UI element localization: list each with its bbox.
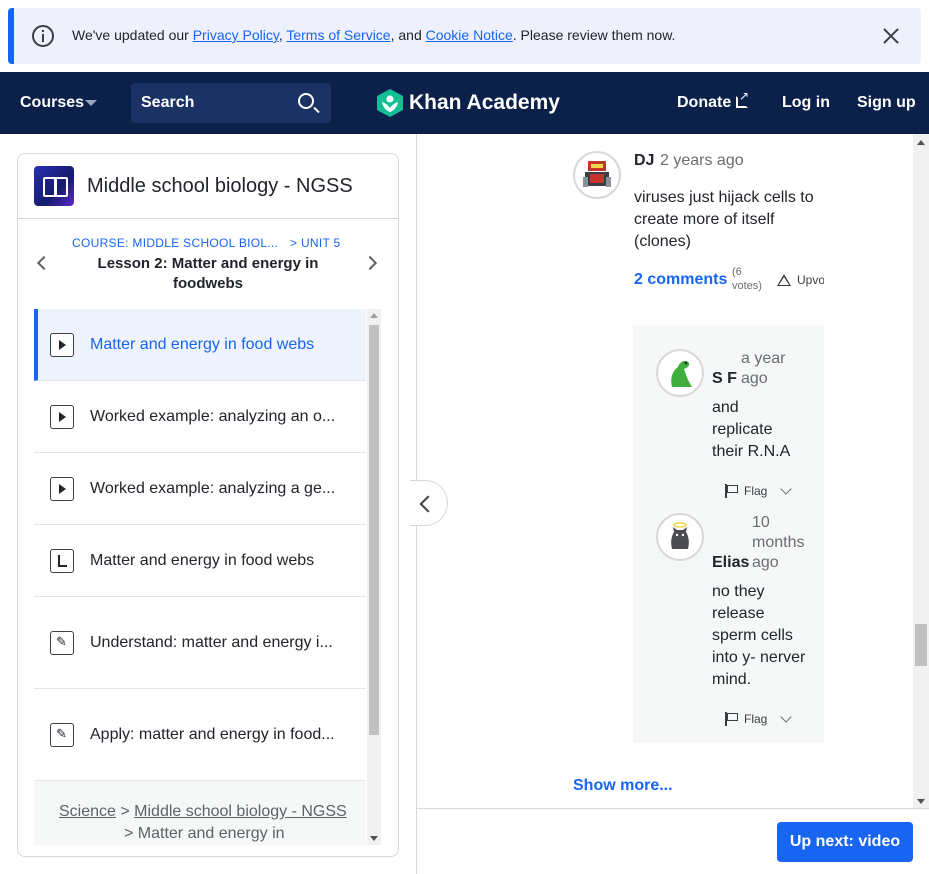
search-icon[interactable] [298,93,314,109]
unit-breadcrumb-link[interactable]: > UNIT 5 [290,236,341,250]
pencil-icon [50,631,74,655]
courses-menu-button[interactable]: Courses [20,94,84,112]
lesson-item-label: Worked example: analyzing a ge... [90,480,336,497]
cat-avatar-icon [671,522,689,549]
signup-link[interactable]: Sign up [857,94,916,112]
donate-link[interactable]: Donate [677,94,731,112]
external-link-icon [736,89,749,108]
notice-prefix: We've updated our [72,27,193,43]
course-header: Middle school biology - NGSS [18,154,398,219]
science-breadcrumb-link[interactable]: Science [59,803,116,820]
lesson-navigator: COURSE: MIDDLE SCHOOL BIOL... > UNIT 5 L… [18,220,398,308]
play-icon [50,405,74,429]
lesson-item-label: Matter and energy in food webs [90,336,315,353]
lesson-item[interactable]: Matter and energy in food webs [34,525,366,597]
footer-bar: Up next: video [417,808,929,874]
lesson-item-active[interactable]: Matter and energy in food webs [34,309,366,381]
article-icon [50,549,74,573]
breadcrumb-line: Science > Middle school biology - NGSS [59,803,347,821]
sidebar-scrollbar[interactable] [367,309,381,845]
top-navigation: Courses Search Khan Academy Donate Log i… [0,72,929,134]
close-icon[interactable] [881,26,901,46]
comment-timestamp: 2 years ago [660,152,744,169]
avatar[interactable] [656,513,704,561]
collapse-sidebar-button[interactable] [410,480,448,526]
khan-academy-logo-text[interactable]: Khan Academy [409,91,560,115]
lesson-title: Lesson 2: Matter and energy in foodwebs [97,255,319,292]
search-label: Search [141,94,195,111]
scroll-up-arrow-icon[interactable] [370,313,378,318]
course-breadcrumb-link[interactable]: COURSE: MIDDLE SCHOOL BIOL... [72,236,278,250]
course-sidebar: Middle school biology - NGSS COURSE: MID… [17,153,399,857]
dinosaur-avatar-icon [671,360,692,387]
notice-suffix: . Please review them now. [512,27,676,43]
bottom-breadcrumb: Science > Middle school biology - NGSS >… [34,781,366,845]
khan-academy-logo-icon[interactable] [377,89,403,117]
info-icon [32,25,54,47]
scroll-up-arrow-icon[interactable] [917,140,925,145]
scrollbar-thumb[interactable] [915,624,927,666]
avatar[interactable] [573,151,621,199]
upvote-icon[interactable] [777,274,791,286]
flag-button[interactable]: Flag [744,484,767,498]
lesson-item[interactable]: Worked example: analyzing a ge... [34,453,366,525]
lesson-item-label: Matter and energy in food webs [90,552,315,569]
policy-notice-banner: We've updated our Privacy Policy, Terms … [8,8,921,64]
vote-count: (6 votes) [732,266,762,292]
reply-text: and replicate their R.N.A [712,399,791,460]
breadcrumb-separator: > [115,803,135,820]
book-icon [34,166,74,206]
reply-timestamp: a year ago [741,350,786,387]
robot-avatar-icon [583,161,611,187]
content-scrollbar[interactable] [913,134,929,808]
search-input[interactable]: Search [131,83,331,123]
comments-toggle-link[interactable]: 2 comments [634,271,727,289]
login-link[interactable]: Log in [782,94,830,112]
privacy-policy-link[interactable]: Privacy Policy [193,27,279,43]
lesson-item-label: Understand: matter and energy i... [90,634,333,651]
flag-icon[interactable] [725,712,738,726]
chevron-right-icon[interactable] [362,255,378,271]
reply-timestamp: 10 months ago [752,514,805,571]
notice-message: We've updated our Privacy Policy, Terms … [72,27,675,43]
lesson-item[interactable]: Apply: matter and energy in food... [34,689,366,781]
upvote-button[interactable]: Upvote [797,273,824,287]
lesson-item-label: Apply: matter and energy in food... [90,726,335,743]
lesson-item[interactable]: Understand: matter and energy i... [34,597,366,689]
scroll-down-arrow-icon[interactable] [370,836,378,841]
course-breadcrumb-link[interactable]: Middle school biology - NGSS [134,803,347,820]
notice-sep: , and [390,27,426,43]
chevron-left-icon[interactable] [36,255,52,271]
chevron-down-icon[interactable] [85,100,97,106]
lesson-item-list: Matter and energy in food webs Worked ex… [34,309,366,845]
reply-author[interactable]: Elias [712,554,749,572]
comment-author[interactable]: DJ [634,152,654,170]
play-icon [50,333,74,357]
flag-button[interactable]: Flag [744,712,767,726]
scroll-down-arrow-icon[interactable] [917,799,925,804]
pencil-icon [50,723,74,747]
lesson-item-label: Worked example: analyzing an o... [90,408,336,425]
lesson-item[interactable]: Worked example: analyzing an o... [34,381,366,453]
unit-breadcrumb-text[interactable]: > Matter and energy in [124,825,285,843]
scrollbar-thumb[interactable] [369,325,379,735]
flag-icon[interactable] [725,484,738,498]
reply-author[interactable]: S F [712,370,737,388]
cookie-notice-link[interactable]: Cookie Notice [426,27,513,43]
course-title[interactable]: Middle school biology - NGSS [87,175,353,198]
play-icon [50,477,74,501]
comment-text: viruses just hijack cells to create more… [634,189,814,250]
reply-text: no they release sperm cells into y- nerv… [712,583,806,688]
up-next-button[interactable]: Up next: video [777,822,913,862]
avatar[interactable] [656,349,704,397]
terms-of-service-link[interactable]: Terms of Service [286,27,390,43]
show-more-link[interactable]: Show more... [573,777,673,795]
